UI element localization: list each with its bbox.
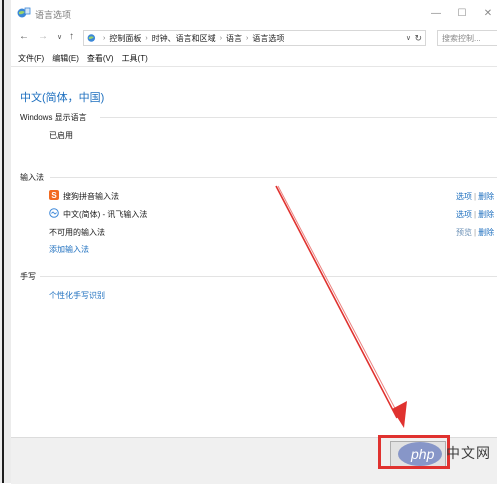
search-input[interactable]: 搜索控制...: [437, 30, 497, 46]
title-bar: 语言选项 — ☐ ✕: [11, 0, 497, 28]
input-method-unavailable-actions: 预览 | 删除: [456, 228, 495, 237]
display-language-section-label: Windows 显示语言: [20, 113, 87, 122]
menu-view[interactable]: 查看(V): [87, 53, 114, 64]
svg-text:S: S: [51, 191, 57, 200]
address-bar[interactable]: › 控制面板 › 时钟、语言和区域 › 语言 › 语言选项 ∨ ↻: [83, 30, 426, 46]
menu-edit[interactable]: 编辑(E): [52, 53, 79, 64]
input-method-iflytek-actions: 选项 | 删除: [456, 210, 495, 219]
iflytek-icon: [49, 208, 59, 218]
language-options-window: 语言选项 — ☐ ✕ ← → ∨ ↑ › 控制面板 › 时钟、语言和区域 › 语…: [0, 0, 497, 484]
options-link[interactable]: 选项: [456, 192, 472, 201]
close-icon: ✕: [483, 7, 493, 19]
menu-bar: 文件(F) 编辑(E) 查看(V) 工具(T): [11, 50, 497, 67]
language-title: 中文(简体，中国): [20, 92, 105, 104]
input-method-sogou-actions: 选项 | 删除: [456, 192, 495, 201]
left-window-edge: [0, 0, 11, 483]
display-language-status: 已启用: [49, 131, 73, 140]
menu-tools[interactable]: 工具(T): [122, 53, 148, 64]
close-button[interactable]: ✕: [475, 4, 497, 22]
breadcrumb-separator: ›: [219, 34, 223, 42]
breadcrumb-separator: ›: [103, 34, 106, 42]
add-input-method-link[interactable]: 添加输入法: [49, 244, 89, 255]
remove-link[interactable]: 删除: [478, 192, 494, 201]
watermark-brand: php: [411, 446, 435, 462]
refresh-icon[interactable]: ↻: [414, 33, 422, 44]
maximize-icon: ☐: [457, 7, 467, 19]
recent-chevron-down-icon[interactable]: ∨: [57, 33, 62, 41]
options-link[interactable]: 选项: [456, 210, 472, 219]
breadcrumb-control-panel[interactable]: 控制面板: [109, 33, 141, 44]
breadcrumb-language[interactable]: 语言: [226, 33, 242, 44]
up-arrow-icon[interactable]: ↑: [69, 31, 74, 42]
input-method-unavailable: 不可用的输入法: [49, 228, 105, 237]
personalize-handwriting-link[interactable]: 个性化手写识别: [49, 290, 105, 301]
input-method-iflytek: 中文(简体) - 讯飞输入法: [63, 210, 148, 219]
arrow-head-icon: [392, 401, 407, 428]
address-row: ← → ∨ ↑ › 控制面板 › 时钟、语言和区域 › 语言 › 语言选项 ∨ …: [11, 28, 497, 48]
menu-file[interactable]: 文件(F): [18, 53, 44, 64]
section-divider: [50, 177, 497, 178]
sogou-icon: S: [49, 190, 59, 200]
breadcrumb-separator: ›: [145, 34, 148, 42]
input-method-sogou: 搜狗拼音输入法: [63, 192, 119, 201]
breadcrumb-clock-language-region[interactable]: 时钟、语言和区域: [152, 33, 216, 44]
preview-link[interactable]: 预览: [456, 228, 472, 237]
address-dropdown-chevron-icon[interactable]: ∨: [406, 34, 411, 42]
forward-arrow-icon[interactable]: →: [38, 31, 48, 42]
minimize-button[interactable]: —: [423, 4, 449, 22]
window-title: 语言选项: [35, 10, 72, 20]
input-method-section-label: 输入法: [20, 173, 44, 182]
section-divider: [100, 117, 497, 118]
globe-app-icon: [17, 7, 31, 18]
breadcrumb-language-options[interactable]: 语言选项: [252, 33, 284, 44]
control-panel-icon: [87, 34, 96, 42]
watermark-cn: 中文网: [446, 445, 491, 461]
back-arrow-icon[interactable]: ←: [19, 31, 29, 42]
handwriting-section-label: 手写: [20, 272, 36, 281]
minimize-icon: —: [431, 7, 441, 19]
red-annotation-arrow: [275, 185, 407, 428]
breadcrumb-separator: ›: [246, 34, 249, 42]
maximize-button[interactable]: ☐: [449, 4, 475, 22]
section-divider: [40, 276, 497, 277]
remove-link[interactable]: 删除: [478, 210, 494, 219]
remove-link[interactable]: 删除: [478, 228, 494, 237]
